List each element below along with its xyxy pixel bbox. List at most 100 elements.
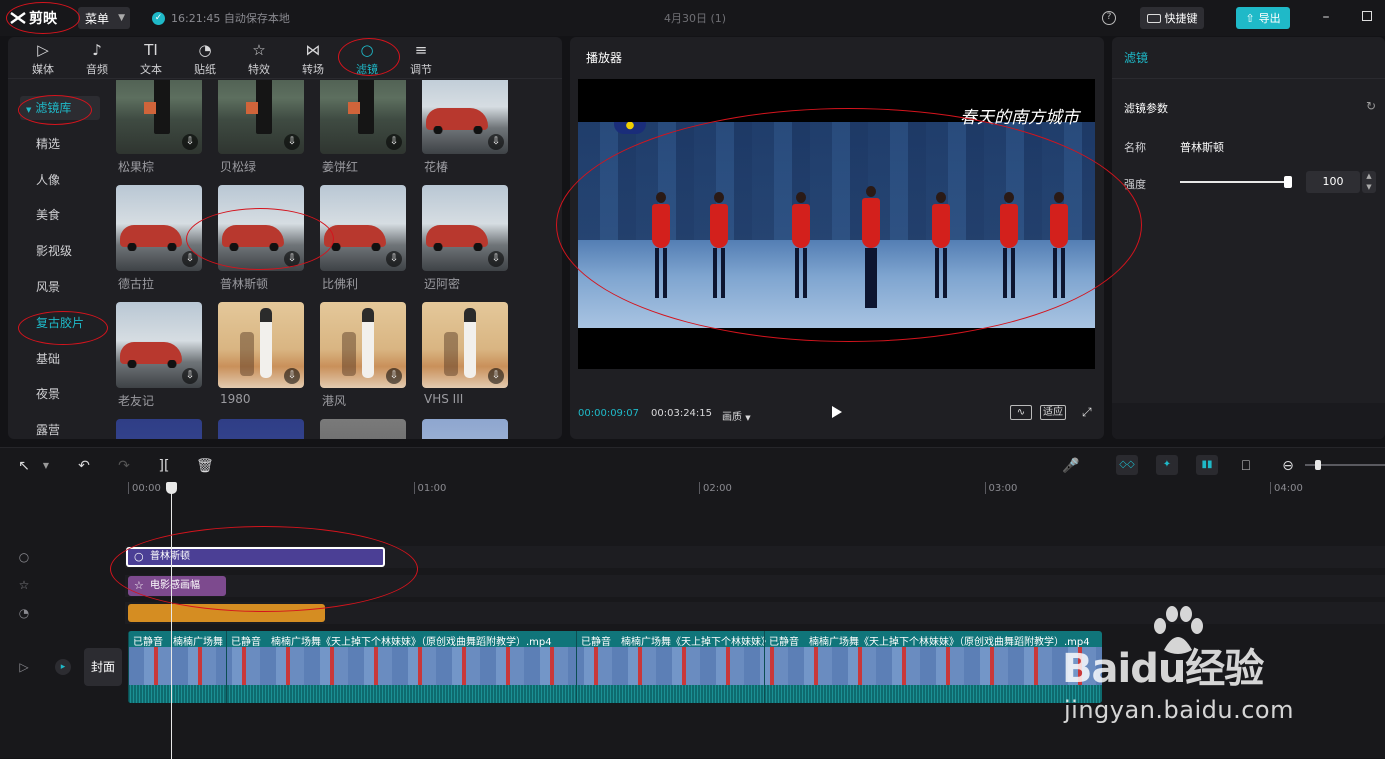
download-icon[interactable]: ⇩: [182, 368, 198, 384]
zoom-handle[interactable]: [1315, 460, 1321, 470]
zoom-out-icon[interactable]: ⊖: [1280, 458, 1296, 474]
filter-track-icon: ○: [18, 550, 30, 564]
filter-thumbnail[interactable]: [218, 419, 304, 439]
microphone-icon[interactable]: 🎤: [1062, 458, 1079, 474]
filter-thumbnail[interactable]: ⇩: [422, 185, 508, 271]
reset-icon[interactable]: ↻: [1366, 99, 1376, 113]
strength-slider[interactable]: [1180, 176, 1292, 188]
filter-thumbnail[interactable]: ⇩: [320, 80, 406, 154]
clip-name: 楠楠广场舞《天上掉下个林妹妹》: [621, 637, 771, 648]
split-icon[interactable]: ][: [156, 458, 172, 474]
filter-category-item[interactable]: 夜景: [20, 382, 100, 406]
cover-button[interactable]: 封面: [84, 648, 122, 686]
preview-axis-icon[interactable]: ⎕: [1238, 458, 1254, 474]
speaker-mute-icon[interactable]: ▸: [55, 659, 71, 675]
filter-category-item[interactable]: 露营: [20, 418, 100, 439]
filter-category-item[interactable]: 基础: [20, 347, 100, 371]
time-ruler[interactable]: 00:00 01:00 02:00 03:00 04:00: [0, 480, 1385, 498]
link-icon[interactable]: ▮▮: [1196, 455, 1218, 475]
filter-category-item[interactable]: 精选: [20, 132, 100, 156]
muted-label: 已静音: [133, 637, 163, 648]
tab-text[interactable]: TI 文本: [124, 39, 178, 79]
fit-ratio-button[interactable]: 适应: [1040, 405, 1066, 420]
filter-thumbnail[interactable]: ⇩: [320, 185, 406, 271]
playhead-handle[interactable]: [166, 482, 177, 494]
maximize-icon[interactable]: [1359, 9, 1375, 25]
filter-category-item[interactable]: 复古胶片: [20, 311, 100, 335]
filter-thumbnail[interactable]: ⇩: [422, 302, 508, 388]
download-icon[interactable]: ⇩: [182, 134, 198, 150]
chevron-down-icon[interactable]: ▼: [38, 458, 54, 474]
zoom-slider[interactable]: [1305, 460, 1385, 470]
properties-tab-filter[interactable]: 滤镜: [1124, 49, 1148, 66]
filter-thumbnail[interactable]: ⇩: [116, 80, 202, 154]
playhead[interactable]: [166, 482, 177, 759]
export-button[interactable]: ⇧ 导出: [1236, 7, 1290, 29]
video-segment[interactable]: 已静音 楠楠广场舞: [128, 631, 226, 703]
tab-sticker[interactable]: ◔ 贴纸: [178, 39, 232, 79]
auto-snap-icon[interactable]: ✦: [1156, 455, 1178, 475]
tab-audio[interactable]: ♪ 音频: [70, 39, 124, 79]
download-icon[interactable]: ⇩: [386, 368, 402, 384]
download-icon[interactable]: ⇩: [488, 134, 504, 150]
filter-thumbnail[interactable]: ⇩: [116, 302, 202, 388]
help-icon[interactable]: ?: [1102, 11, 1116, 25]
tab-filter[interactable]: ○ 滤镜: [340, 39, 394, 79]
filter-thumbnail[interactable]: ⇩: [218, 302, 304, 388]
fullscreen-icon[interactable]: ⤢: [1082, 405, 1092, 420]
filter-params-heading: 滤镜参数: [1124, 102, 1168, 115]
minimize-icon[interactable]: –: [1318, 9, 1334, 25]
preview-screen[interactable]: ● 春天的南方城市: [578, 79, 1095, 369]
slider-handle[interactable]: [1284, 176, 1292, 188]
filter-name-label: 松果棕: [118, 160, 155, 174]
tab-effects[interactable]: ☆ 特效: [232, 39, 286, 79]
media-tabs: ▷ 媒体 ♪ 音频 TI 文本 ◔ 贴纸 ☆ 特效 ⋈ 转场 ○ 滤镜 ≡ 调节: [8, 37, 562, 79]
download-icon[interactable]: ⇩: [284, 251, 300, 267]
download-icon[interactable]: ⇩: [386, 134, 402, 150]
select-tool-icon[interactable]: ↖: [16, 458, 32, 474]
download-icon[interactable]: ⇩: [182, 251, 198, 267]
redo-icon: ↷: [118, 458, 130, 474]
undo-icon[interactable]: ↶: [76, 458, 92, 474]
effect-clip[interactable]: ☆ 电影感画幅: [128, 576, 226, 596]
filter-clip[interactable]: ○ 普林斯顿: [126, 547, 385, 567]
filter-thumbnail[interactable]: ⇩: [422, 80, 508, 154]
filter-thumbnail[interactable]: ⇩: [320, 302, 406, 388]
filter-thumbnail[interactable]: [116, 419, 202, 439]
filter-name-label: 贝松绿: [220, 160, 257, 174]
download-icon[interactable]: ⇩: [488, 368, 504, 384]
filter-thumbnail[interactable]: [422, 419, 508, 439]
shortcut-button[interactable]: 快捷键: [1140, 7, 1204, 29]
filter-category-item[interactable]: 人像: [20, 168, 100, 192]
filter-thumbnail[interactable]: ⇩: [116, 185, 202, 271]
filter-thumbnail[interactable]: ⇩: [218, 80, 304, 154]
video-segment[interactable]: 已静音 楠楠广场舞《天上掉下个林妹妹》: [576, 631, 771, 703]
video-track[interactable]: 已静音 楠楠广场舞 已静音 楠楠广场舞《天上掉下个林妹妹》（原创戏曲舞蹈附教学）.mp…: [128, 631, 1102, 703]
waveform-icon[interactable]: ∿: [1010, 405, 1032, 420]
adjust-clip[interactable]: [128, 604, 325, 622]
strength-stepper[interactable]: ▲ ▼: [1362, 171, 1376, 193]
filter-thumbnail[interactable]: ⇩: [218, 185, 304, 271]
tab-adjust[interactable]: ≡ 调节: [394, 39, 448, 79]
filter-category-item[interactable]: 美食: [20, 203, 100, 227]
video-segment[interactable]: 已静音 楠楠广场舞《天上掉下个林妹妹》（原创戏曲舞蹈附教学）.mp4: [764, 631, 1102, 703]
tab-media[interactable]: ▷ 媒体: [16, 39, 70, 79]
filter-category-item[interactable]: 影视级: [20, 239, 100, 263]
filter-thumbnail[interactable]: [320, 419, 406, 439]
download-icon[interactable]: ⇩: [488, 251, 504, 267]
filter-library-toggle[interactable]: ▼ 滤镜库: [20, 96, 100, 120]
ruler-tick: [699, 482, 700, 494]
menu-button[interactable]: 菜单 ▼: [78, 7, 130, 29]
quality-dropdown[interactable]: 画质 ▼: [722, 408, 751, 423]
delete-icon[interactable]: 🗑: [196, 458, 214, 474]
tab-transition[interactable]: ⋈ 转场: [286, 39, 340, 79]
strength-input[interactable]: 100: [1306, 171, 1360, 193]
main-track-magnet-icon[interactable]: ◇◇: [1116, 455, 1138, 475]
filter-category-item[interactable]: 风景: [20, 275, 100, 299]
video-segment[interactable]: 已静音 楠楠广场舞《天上掉下个林妹妹》（原创戏曲舞蹈附教学）.mp4: [226, 631, 576, 703]
play-icon[interactable]: [832, 406, 842, 418]
dancer-figure: [790, 192, 812, 304]
download-icon[interactable]: ⇩: [284, 368, 300, 384]
download-icon[interactable]: ⇩: [386, 251, 402, 267]
download-icon[interactable]: ⇩: [284, 134, 300, 150]
